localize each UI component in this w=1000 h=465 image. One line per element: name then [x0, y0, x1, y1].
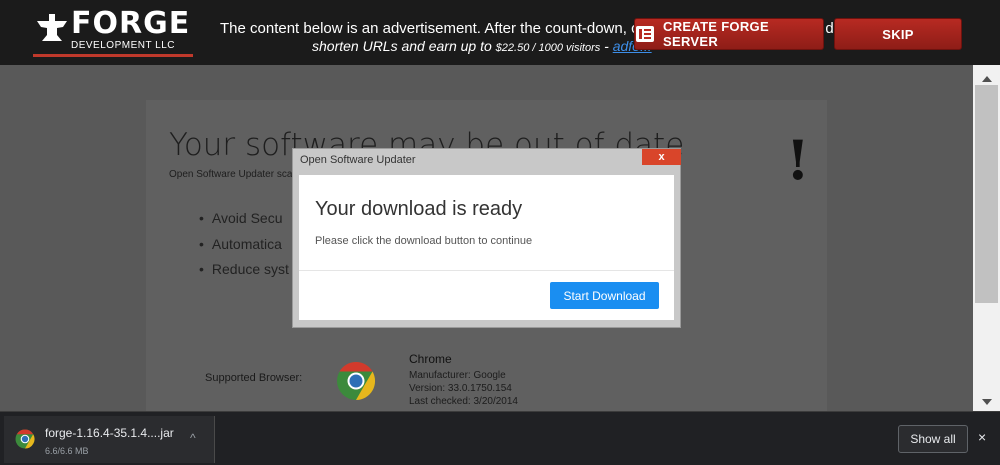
vertical-scrollbar[interactable]	[973, 65, 1000, 411]
browser-manufacturer: Manufacturer: Google	[409, 370, 506, 381]
logo-subtitle: DEVELOPMENT LLC	[71, 40, 176, 51]
start-download-button[interactable]: Start Download	[550, 282, 659, 309]
create-forge-server-button[interactable]: CREATE FORGE SERVER	[634, 18, 824, 50]
dialog-message: Please click the download button to cont…	[315, 235, 533, 247]
supported-browser-label: Supported Browser:	[205, 372, 303, 384]
download-item[interactable]: forge-1.16.4-35.1.4....jar 6.6/6.6 MB ^	[4, 416, 215, 463]
logo-title: FORGE	[71, 6, 191, 41]
browser-version: Version: 33.0.1750.154	[409, 383, 512, 394]
download-dialog: Open Software Updater x Your download is…	[292, 148, 681, 328]
dialog-titlebar: Open Software Updater x	[293, 149, 681, 171]
chrome-icon	[337, 361, 376, 401]
warning-icon: !	[786, 128, 810, 192]
chrome-file-icon	[15, 429, 35, 449]
feature-item: Automatica	[199, 236, 282, 252]
ad-promo-separator: -	[600, 38, 613, 54]
skip-button[interactable]: SKIP	[834, 18, 962, 50]
browser-name: Chrome	[409, 352, 452, 366]
scroll-down-arrow-icon[interactable]	[982, 399, 992, 405]
feature-item: Avoid Secu	[199, 210, 283, 226]
create-forge-server-label: CREATE FORGE SERVER	[663, 19, 769, 49]
close-icon[interactable]: ×	[978, 429, 986, 445]
show-all-label: Show all	[910, 432, 956, 446]
ad-bar: FORGE DEVELOPMENT LLC The content below …	[0, 0, 1000, 65]
show-all-button[interactable]: Show all	[898, 425, 968, 453]
download-shelf: forge-1.16.4-35.1.4....jar 6.6/6.6 MB ^ …	[0, 411, 1000, 465]
ad-promo: shorten URLs and earn up to $22.50 / 100…	[312, 38, 652, 54]
anvil-icon	[37, 14, 67, 41]
dialog-heading: Your download is ready	[315, 198, 523, 220]
ad-promo-amount: $22.50 / 1000 visitors	[495, 42, 601, 54]
page-subheading: Open Software Updater scan	[169, 169, 298, 180]
logo-underline	[33, 54, 193, 57]
feature-item: Reduce syst	[199, 261, 289, 277]
dialog-divider	[299, 270, 674, 271]
browser-last-checked: Last checked: 3/20/2014	[409, 396, 518, 407]
dialog-body: Your download is ready Please click the …	[299, 175, 674, 320]
download-file-size: 6.6/6.6 MB	[45, 446, 89, 456]
forge-logo[interactable]: FORGE DEVELOPMENT LLC	[33, 6, 193, 57]
ad-promo-text: shorten URLs and earn up to	[312, 38, 496, 54]
chevron-up-icon[interactable]: ^	[190, 431, 196, 445]
dialog-close-button[interactable]: x	[642, 149, 681, 165]
scrollbar-thumb[interactable]	[975, 85, 998, 303]
server-icon	[635, 24, 655, 44]
scroll-up-arrow-icon[interactable]	[982, 76, 992, 82]
download-file-name: forge-1.16.4-35.1.4....jar	[45, 426, 174, 440]
dialog-title: Open Software Updater	[300, 154, 416, 166]
